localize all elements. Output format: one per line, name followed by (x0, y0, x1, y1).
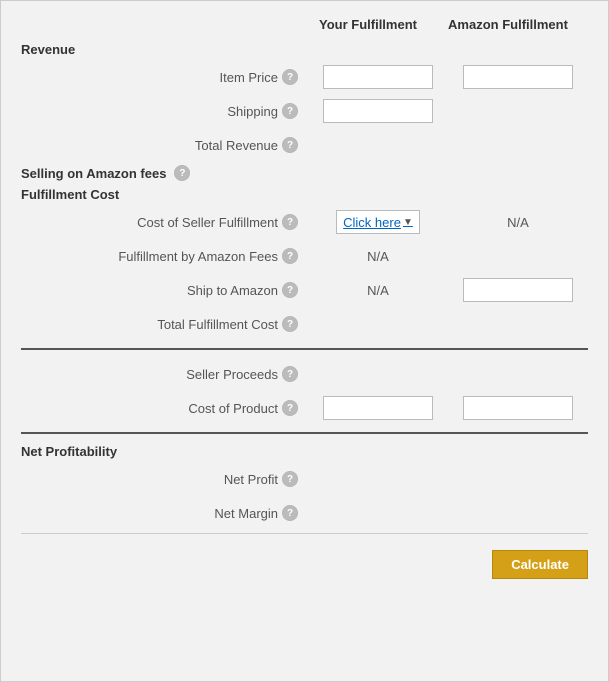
click-here-cell: Click here ▼ (308, 210, 448, 234)
input-col-ship-amazon (448, 278, 588, 302)
na-ship-your: N/A (308, 283, 448, 298)
calculator-container: Your Fulfillment Amazon Fulfillment Reve… (0, 0, 609, 682)
info-icon-shipping[interactable]: ? (282, 103, 298, 119)
header-row: Your Fulfillment Amazon Fulfillment (21, 17, 588, 32)
info-icon-cost-seller[interactable]: ? (282, 214, 298, 230)
inputs-item-price (308, 65, 588, 89)
section-revenue: Revenue (21, 42, 588, 57)
inputs-cost-product (308, 396, 588, 420)
inputs-cost-seller: Click here ▼ N/A (308, 210, 588, 234)
label-total-fulfillment-cost: Total Fulfillment Cost ? (21, 316, 308, 332)
label-item-price: Item Price ? (21, 69, 308, 85)
row-total-fulfillment-cost: Total Fulfillment Cost ? (21, 310, 588, 338)
dropdown-arrow-icon: ▼ (403, 217, 413, 228)
info-icon-ship-to-amazon[interactable]: ? (282, 282, 298, 298)
row-shipping: Shipping ? (21, 97, 588, 125)
input-ship-to-amazon[interactable] (463, 278, 573, 302)
inputs-ship-to-amazon: N/A (308, 278, 588, 302)
inputs-fba-fees: N/A (308, 249, 588, 264)
label-net-margin: Net Margin ? (21, 505, 308, 521)
input-item-price-your[interactable] (323, 65, 433, 89)
info-icon-fba-fees[interactable]: ? (282, 248, 298, 264)
info-icon-total-fulfillment[interactable]: ? (282, 316, 298, 332)
input-cost-product-your[interactable] (323, 396, 433, 420)
na-fba-your: N/A (308, 249, 448, 264)
input-item-price-amazon[interactable] (463, 65, 573, 89)
na-cost-seller-amazon: N/A (448, 215, 588, 230)
click-here-button[interactable]: Click here ▼ (336, 210, 420, 234)
calculate-row: Calculate (21, 550, 588, 579)
row-item-price: Item Price ? (21, 63, 588, 91)
input-col-item-price-amazon (448, 65, 588, 89)
row-cost-of-product: Cost of Product ? (21, 394, 588, 422)
info-icon-seller-proceeds[interactable]: ? (282, 366, 298, 382)
label-cost-of-product: Cost of Product ? (21, 400, 308, 416)
row-net-profit: Net Profit ? (21, 465, 588, 493)
row-seller-proceeds: Seller Proceeds ? (21, 360, 588, 388)
label-ship-to-amazon: Ship to Amazon ? (21, 282, 308, 298)
info-icon-cost-product[interactable]: ? (282, 400, 298, 416)
divider-1 (21, 348, 588, 350)
row-ship-to-amazon: Ship to Amazon ? N/A (21, 276, 588, 304)
section-selling-fees: Selling on Amazon fees ? (21, 165, 588, 181)
row-net-margin: Net Margin ? (21, 499, 588, 527)
info-icon-net-profit[interactable]: ? (282, 471, 298, 487)
label-seller-proceeds: Seller Proceeds ? (21, 366, 308, 382)
label-shipping: Shipping ? (21, 103, 308, 119)
row-fba-fees: Fulfillment by Amazon Fees ? N/A (21, 242, 588, 270)
header-amazon-fulfillment: Amazon Fulfillment (438, 17, 578, 32)
input-col-item-price-your (308, 65, 448, 89)
input-shipping-your[interactable] (323, 99, 433, 123)
calculate-button[interactable]: Calculate (492, 550, 588, 579)
divider-3 (21, 533, 588, 534)
header-your-fulfillment: Your Fulfillment (298, 17, 438, 32)
input-col-cost-product-amazon (448, 396, 588, 420)
info-icon-total-revenue[interactable]: ? (282, 137, 298, 153)
row-total-revenue: Total Revenue ? (21, 131, 588, 159)
input-cost-product-amazon[interactable] (463, 396, 573, 420)
row-cost-seller-fulfillment: Cost of Seller Fulfillment ? Click here … (21, 208, 588, 236)
label-net-profit: Net Profit ? (21, 471, 308, 487)
section-net-profitability: Net Profitability (21, 444, 588, 459)
info-icon-item-price[interactable]: ? (282, 69, 298, 85)
label-cost-seller-fulfillment: Cost of Seller Fulfillment ? (21, 214, 308, 230)
section-fulfillment-cost: Fulfillment Cost (21, 187, 588, 202)
info-icon-selling-fees[interactable]: ? (174, 165, 190, 181)
input-col-cost-product-your (308, 396, 448, 420)
input-col-shipping-your (308, 99, 448, 123)
inputs-shipping (308, 99, 588, 123)
divider-2 (21, 432, 588, 434)
label-fba-fees: Fulfillment by Amazon Fees ? (21, 248, 308, 264)
label-total-revenue: Total Revenue ? (21, 137, 308, 153)
info-icon-net-margin[interactable]: ? (282, 505, 298, 521)
